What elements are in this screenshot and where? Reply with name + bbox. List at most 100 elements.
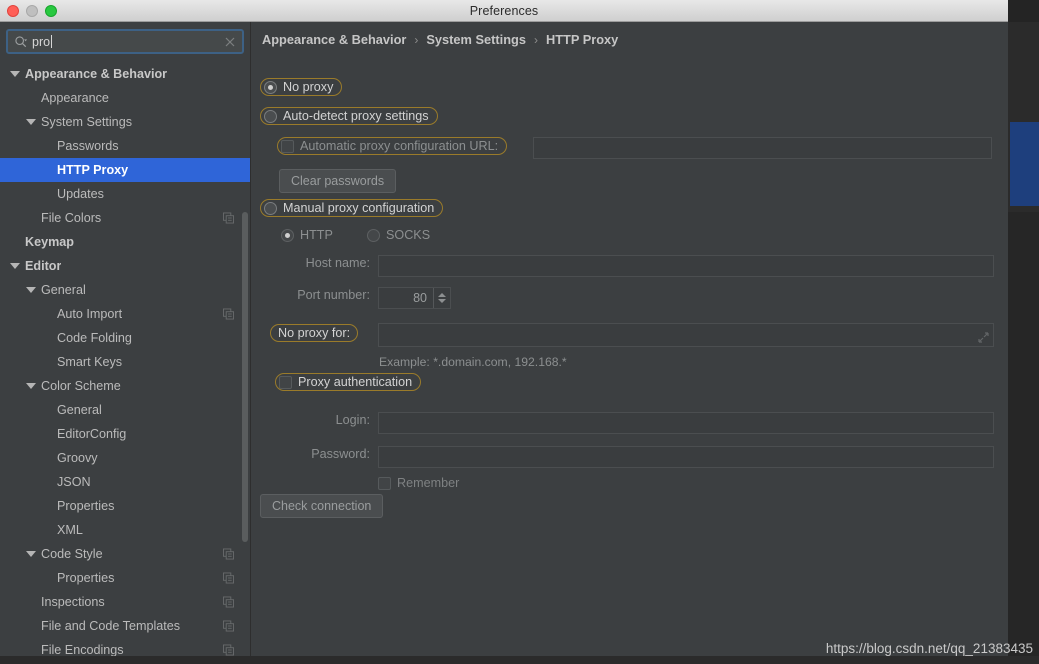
chevron-down-icon[interactable]: [26, 383, 36, 389]
sidebar-item-auto-import[interactable]: Auto Import: [0, 302, 250, 326]
text-caret: [51, 34, 53, 48]
clear-passwords-button[interactable]: Clear passwords: [279, 169, 397, 193]
sidebar-item-groovy[interactable]: Groovy: [0, 446, 250, 470]
no-proxy-radio[interactable]: [264, 80, 277, 94]
zoom-button[interactable]: [45, 5, 57, 17]
sidebar-item-system-settings[interactable]: System Settings: [0, 110, 250, 134]
breadcrumb-separator: ›: [414, 32, 419, 47]
no-proxy-for-row: No proxy for:: [270, 324, 359, 342]
check-connection-button[interactable]: Check connection: [260, 494, 384, 518]
port-number-field[interactable]: 80: [378, 287, 451, 309]
no-proxy-for-highlight: No proxy for:: [270, 324, 359, 342]
login-field[interactable]: [378, 412, 994, 434]
sidebar-item-file-encodings[interactable]: File Encodings: [0, 638, 250, 656]
remember-checkbox[interactable]: [378, 476, 391, 490]
sidebar-item-label: Appearance: [41, 91, 109, 105]
auto-config-url-row[interactable]: Automatic proxy configuration URL:: [277, 137, 508, 155]
sidebar-item-label: XML: [57, 523, 83, 537]
no-proxy-row[interactable]: No proxy: [260, 78, 343, 96]
sidebar-item-editor[interactable]: Editor: [0, 254, 250, 278]
sidebar-item-smart-keys[interactable]: Smart Keys: [0, 350, 250, 374]
sidebar-item-properties[interactable]: Properties: [0, 566, 250, 590]
sidebar-item-code-folding[interactable]: Code Folding: [0, 326, 250, 350]
auto-config-url-field[interactable]: [533, 137, 992, 159]
sidebar-item-general[interactable]: General: [0, 398, 250, 422]
breadcrumb-separator: ›: [533, 32, 538, 47]
settings-main-panel: Appearance & Behavior › System Settings …: [251, 22, 1008, 656]
window-controls[interactable]: [7, 5, 57, 17]
sidebar-item-updates[interactable]: Updates: [0, 182, 250, 206]
copy-settings-icon[interactable]: [223, 308, 234, 320]
sidebar-item-color-scheme[interactable]: Color Scheme: [0, 374, 250, 398]
copy-settings-icon[interactable]: [223, 644, 234, 656]
sidebar-item-json[interactable]: JSON: [0, 470, 250, 494]
socks-radio[interactable]: [367, 228, 380, 242]
sidebar-item-inspections[interactable]: Inspections: [0, 590, 250, 614]
sidebar-item-label: Properties: [57, 571, 115, 585]
sidebar-item-keymap[interactable]: Keymap: [0, 230, 250, 254]
clear-passwords-label: Clear passwords: [291, 174, 385, 188]
no-proxy-for-example: Example: *.domain.com, 192.168.*: [379, 355, 567, 369]
sidebar-scrollbar[interactable]: [241, 62, 250, 656]
sidebar-item-general[interactable]: General: [0, 278, 250, 302]
sidebar-item-file-and-code-templates[interactable]: File and Code Templates: [0, 614, 250, 638]
stepper-up-icon[interactable]: [438, 293, 446, 297]
http-radio-row[interactable]: HTTP: [281, 228, 333, 242]
sidebar-item-appearance[interactable]: Appearance: [0, 86, 250, 110]
chevron-down-icon[interactable]: [26, 551, 36, 557]
sidebar-item-appearance-behavior[interactable]: Appearance & Behavior: [0, 62, 250, 86]
auto-detect-radio[interactable]: [264, 109, 277, 123]
port-number-stepper[interactable]: [433, 288, 450, 308]
proxy-auth-row[interactable]: Proxy authentication: [275, 373, 422, 391]
minimize-button[interactable]: [26, 5, 38, 17]
copy-settings-icon[interactable]: [223, 620, 234, 632]
sidebar-scroll-thumb[interactable]: [242, 212, 248, 542]
sidebar-item-properties[interactable]: Properties: [0, 494, 250, 518]
sidebar-item-http-proxy[interactable]: HTTP Proxy: [0, 158, 250, 182]
manual-proxy-row[interactable]: Manual proxy configuration: [260, 199, 444, 217]
sidebar-item-passwords[interactable]: Passwords: [0, 134, 250, 158]
resize-handle-icon[interactable]: [978, 332, 989, 343]
auto-config-url-checkbox[interactable]: [281, 139, 294, 153]
sidebar-item-file-colors[interactable]: File Colors: [0, 206, 250, 230]
breadcrumb-item-0[interactable]: Appearance & Behavior: [262, 32, 406, 47]
sidebar-item-label: Groovy: [57, 451, 98, 465]
no-proxy-for-field[interactable]: [378, 323, 994, 347]
proxy-auth-checkbox[interactable]: [279, 375, 292, 389]
stepper-down-icon[interactable]: [438, 299, 446, 303]
copy-settings-icon[interactable]: [223, 548, 234, 560]
copy-settings-icon[interactable]: [223, 572, 234, 584]
sidebar-item-label: Keymap: [25, 235, 74, 249]
settings-tree[interactable]: Appearance & Behavior Appearance System Se…: [0, 62, 250, 656]
sidebar-item-label: File Encodings: [41, 643, 124, 656]
search-input[interactable]: pro: [6, 29, 244, 54]
chevron-down-icon[interactable]: [26, 119, 36, 125]
copy-settings-icon[interactable]: [223, 596, 234, 608]
check-connection-label: Check connection: [272, 499, 372, 513]
auto-detect-row[interactable]: Auto-detect proxy settings: [260, 107, 438, 125]
socks-radio-row[interactable]: SOCKS: [367, 228, 430, 242]
manual-proxy-radio[interactable]: [264, 201, 277, 215]
clear-icon[interactable]: [224, 36, 236, 48]
remember-row[interactable]: Remember: [378, 476, 459, 490]
sidebar-item-label: Editor: [25, 259, 62, 273]
sidebar-item-editorconfig[interactable]: EditorConfig: [0, 422, 250, 446]
sidebar-item-label: Smart Keys: [57, 355, 123, 369]
copy-settings-icon[interactable]: [223, 212, 234, 224]
chevron-down-icon[interactable]: [26, 287, 36, 293]
http-label: HTTP: [300, 228, 333, 242]
host-name-field[interactable]: [378, 255, 994, 277]
chevron-down-icon[interactable]: [10, 71, 20, 77]
breadcrumb-item-2: HTTP Proxy: [545, 32, 619, 47]
chevron-down-icon[interactable]: [10, 263, 20, 269]
breadcrumb-item-1[interactable]: System Settings: [426, 32, 526, 47]
sidebar-item-xml[interactable]: XML: [0, 518, 250, 542]
close-button[interactable]: [7, 5, 19, 17]
sidebar-item-code-style[interactable]: Code Style: [0, 542, 250, 566]
password-field[interactable]: [378, 446, 994, 468]
window-title: Preferences: [469, 3, 539, 18]
manual-proxy-label: Manual proxy configuration: [283, 201, 435, 215]
http-radio[interactable]: [281, 228, 294, 242]
background-bottom-bar: [0, 656, 1039, 664]
sidebar-item-label: Auto Import: [57, 307, 123, 321]
